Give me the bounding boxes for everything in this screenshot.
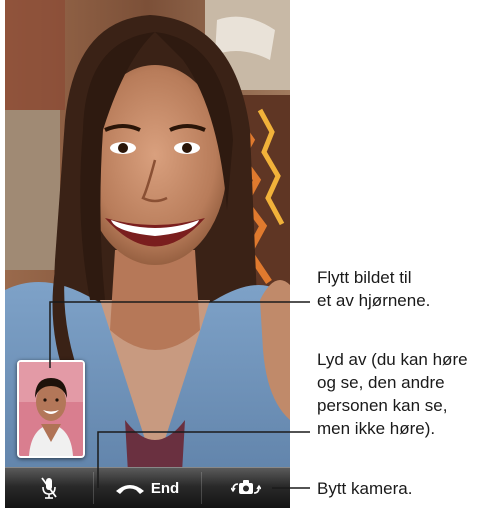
callout-mute: Lyd av (du kan høre og se, den andre per…	[317, 350, 468, 438]
callout-move-pip: Flytt bildet til et av hjørnene.	[317, 268, 431, 310]
callout-switch-camera: Bytt kamera.	[317, 479, 413, 498]
